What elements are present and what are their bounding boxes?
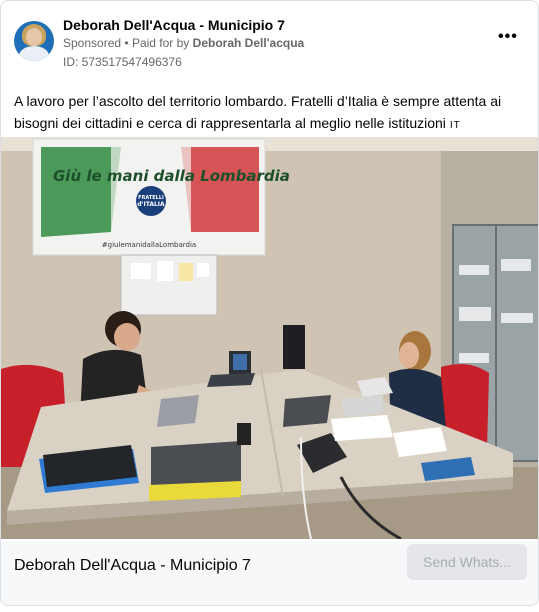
author-name[interactable]: Deborah Dell'Acqua - Municipio 7 — [63, 17, 285, 33]
banner-slogan: Giù le mani dalla Lombardia — [53, 167, 290, 185]
sponsored-label: Sponsored — [63, 36, 122, 50]
ad-id: ID: 573517547496376 — [63, 55, 182, 69]
separator-dot: • — [124, 36, 132, 50]
banner-hashtag: #giulemanidallaLombardia — [102, 241, 196, 249]
laptop — [283, 395, 331, 427]
sponsored-line: Sponsored • Paid for by Deborah Dell'acq… — [63, 36, 304, 50]
footer-title[interactable]: Deborah Dell'Acqua - Municipio 7 — [14, 557, 251, 575]
post-text: A lavoro per l’ascolto del territorio lo… — [14, 90, 524, 137]
ad-card: Deborah Dell'Acqua - Municipio 7 Sponsor… — [0, 0, 539, 606]
ad-photo[interactable]: Giù le mani dalla Lombardia FRATELLI d'I… — [1, 137, 538, 539]
post-body: A lavoro per l’ascolto del territorio lo… — [14, 93, 502, 131]
logo-text-2: d'ITALIA — [137, 201, 165, 208]
paid-for-prefix: Paid for by — [131, 36, 190, 50]
more-options-icon[interactable]: ••• — [498, 28, 518, 46]
monitor — [283, 325, 305, 369]
language-tag: IT — [449, 120, 461, 131]
pen-holder — [237, 423, 251, 445]
papers — [331, 415, 393, 441]
man-laptop — [157, 395, 199, 427]
paid-for-name: Deborah Dell'acqua — [192, 36, 305, 50]
send-whatsapp-button[interactable]: Send Whats... — [407, 544, 527, 580]
office-scene: Giù le mani dalla Lombardia FRATELLI d'I… — [1, 137, 538, 539]
author-avatar[interactable] — [14, 21, 54, 61]
